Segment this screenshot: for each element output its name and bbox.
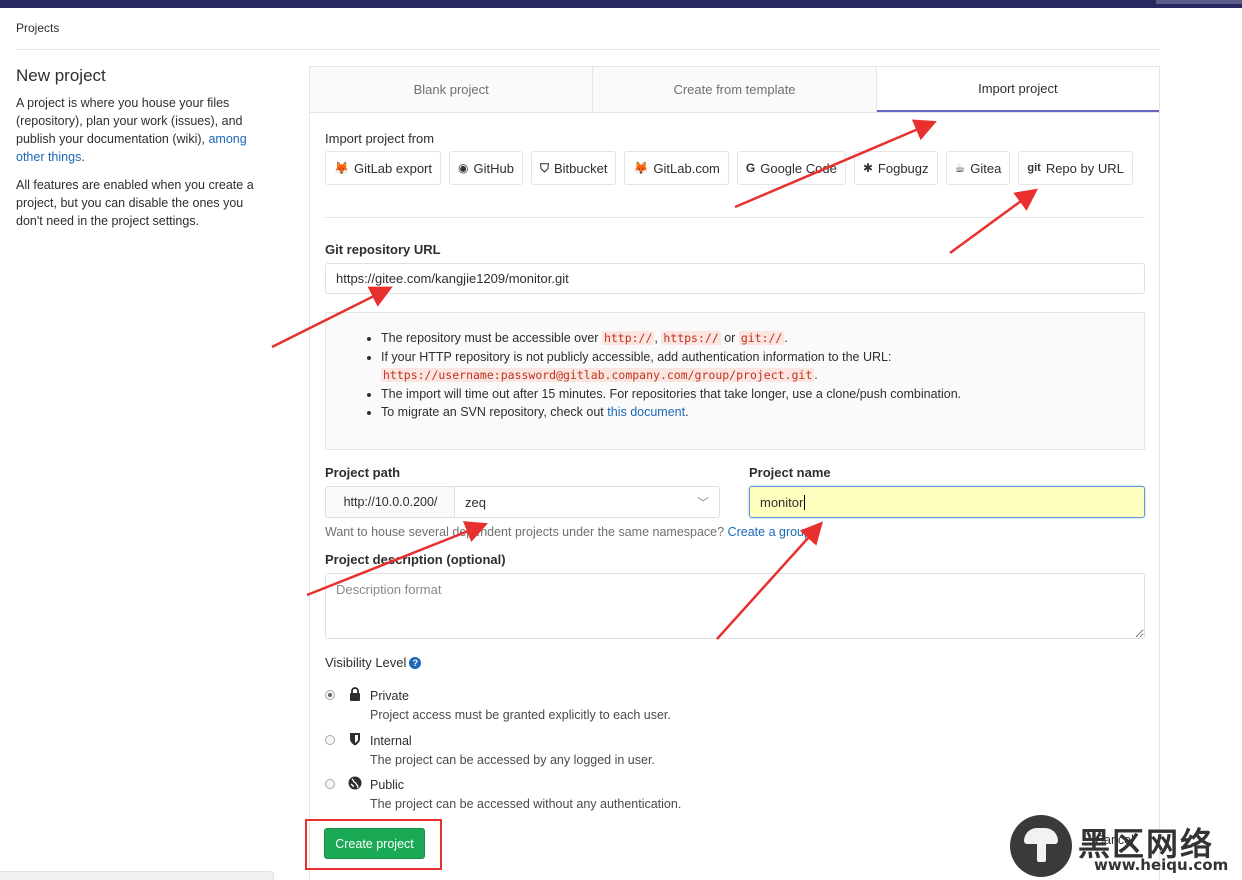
intro-paragraph: A project is where you house your files … <box>16 94 266 166</box>
gitlab-icon: 🦊 <box>633 161 649 175</box>
top-navbar <box>0 0 1242 8</box>
project-path-prefix: http://10.0.0.200/ <box>325 486 455 518</box>
lock-icon <box>348 687 362 701</box>
page-sidebar-info: New project A project is where you house… <box>16 66 266 240</box>
google-icon: G <box>745 161 756 175</box>
gitlab-icon: 🦊 <box>334 161 349 175</box>
import-divider <box>325 217 1145 218</box>
import-github-label: GitHub <box>473 160 514 176</box>
create-group-link[interactable]: Create a group. <box>728 525 815 539</box>
public-desc: The project can be accessed without any … <box>370 797 682 811</box>
new-project-panel: Blank project Create from template Impor… <box>309 66 1160 880</box>
import-help-box: The repository must be accessible over h… <box>325 312 1145 450</box>
import-fogbugz-label: Fogbugz <box>877 160 929 176</box>
navbar-right-segment <box>1156 0 1242 4</box>
help-item-svn: To migrate an SVN repository, check out … <box>381 403 1144 422</box>
private-radio[interactable] <box>325 690 335 700</box>
globe-icon <box>348 776 362 790</box>
bitbucket-icon: ⛉ <box>539 160 549 175</box>
visibility-label: Visibility Level? <box>325 655 422 670</box>
namespace-value: zeq <box>465 494 486 510</box>
mushroom-logo-icon <box>1010 815 1072 877</box>
import-google-code-label: Google Code <box>760 160 837 176</box>
import-gitlab-export-label: GitLab export <box>353 160 432 176</box>
tab-blank-project[interactable]: Blank project <box>310 67 594 112</box>
internal-radio[interactable] <box>325 735 335 745</box>
breadcrumb[interactable]: Projects <box>16 21 59 35</box>
import-google-code-button[interactable]: G Google Code <box>736 151 846 185</box>
public-radio[interactable] <box>325 779 335 789</box>
bottom-collapsed-bar[interactable] <box>0 871 274 880</box>
help-item-timeout: The import will time out after 15 minute… <box>381 385 1144 404</box>
page-title: New project <box>16 66 106 85</box>
svn-document-link[interactable]: this document <box>607 405 685 419</box>
intro-end: . <box>81 150 85 164</box>
code-auth-url: https://username:password@gitlab.company… <box>381 368 815 382</box>
project-name-input[interactable]: monitor <box>749 486 1145 518</box>
git-url-label: Git repository URL <box>325 242 441 257</box>
private-desc: Project access must be granted explicitl… <box>370 708 671 722</box>
import-gitlab-com-label: GitLab.com <box>653 160 720 176</box>
code-http: http:// <box>601 331 655 345</box>
features-paragraph: All features are enabled when you create… <box>16 178 254 228</box>
project-name-label: Project name <box>749 465 831 480</box>
import-sources: 🦊 GitLab export ◉ GitHub ⛉ Bitbucket 🦊 GitLa… <box>325 151 1133 185</box>
import-gitea-label: Gitea <box>970 160 1002 176</box>
shield-icon <box>348 732 362 746</box>
help-item-protocols: The repository must be accessible over h… <box>381 329 1144 348</box>
gitea-icon: ☕ <box>954 161 966 175</box>
import-gitlab-com-button[interactable]: 🦊 GitLab.com <box>624 151 729 185</box>
group-hint: Want to house several dependent projects… <box>325 525 815 539</box>
internal-desc: The project can be accessed by any logge… <box>370 753 655 767</box>
bug-icon: ✱ <box>862 161 873 175</box>
chevron-down-icon: ﹀ <box>696 495 709 510</box>
github-icon: ◉ <box>458 161 469 175</box>
project-description-textarea[interactable] <box>325 573 1145 639</box>
namespace-select[interactable]: zeq ﹀ <box>454 486 720 518</box>
project-tabs: Blank project Create from template Impor… <box>310 67 1159 113</box>
git-icon: git <box>1027 162 1041 174</box>
private-title: Private <box>370 689 409 703</box>
site-watermark: 黑区网络 www.heiqu.com <box>1010 815 1242 880</box>
watermark-url: www.heiqu.com <box>1094 856 1229 874</box>
import-gitlab-export-button[interactable]: 🦊 GitLab export <box>325 151 441 185</box>
help-item-auth: If your HTTP repository is not publicly … <box>381 348 1144 385</box>
import-heading: Import project from <box>325 131 435 146</box>
import-gitea-button[interactable]: ☕ Gitea <box>945 151 1011 185</box>
help-question-icon[interactable]: ? <box>409 657 422 669</box>
tab-import-project[interactable]: Import project <box>876 67 1159 112</box>
import-repo-by-url-button[interactable]: git Repo by URL <box>1018 151 1133 185</box>
description-label: Project description (optional) <box>325 552 506 567</box>
import-fogbugz-button[interactable]: ✱ Fogbugz <box>853 151 938 185</box>
git-repository-url-input[interactable]: https://gitee.com/kangjie1209/monitor.gi… <box>325 263 1145 294</box>
project-name-value: monitor <box>760 494 804 510</box>
breadcrumb-divider <box>16 49 1160 50</box>
code-git: git:// <box>738 331 785 345</box>
text-cursor <box>804 494 806 510</box>
code-https: https:// <box>661 331 721 345</box>
import-bitbucket-label: Bitbucket <box>553 160 608 176</box>
public-title: Public <box>370 778 405 792</box>
internal-title: Internal <box>370 734 412 748</box>
annotation-box <box>305 819 442 870</box>
import-repo-by-url-label: Repo by URL <box>1045 160 1124 176</box>
tab-create-from-template[interactable]: Create from template <box>593 67 877 112</box>
project-path-label: Project path <box>325 465 401 480</box>
import-github-button[interactable]: ◉ GitHub <box>449 151 523 185</box>
import-bitbucket-button[interactable]: ⛉ Bitbucket <box>530 151 617 185</box>
